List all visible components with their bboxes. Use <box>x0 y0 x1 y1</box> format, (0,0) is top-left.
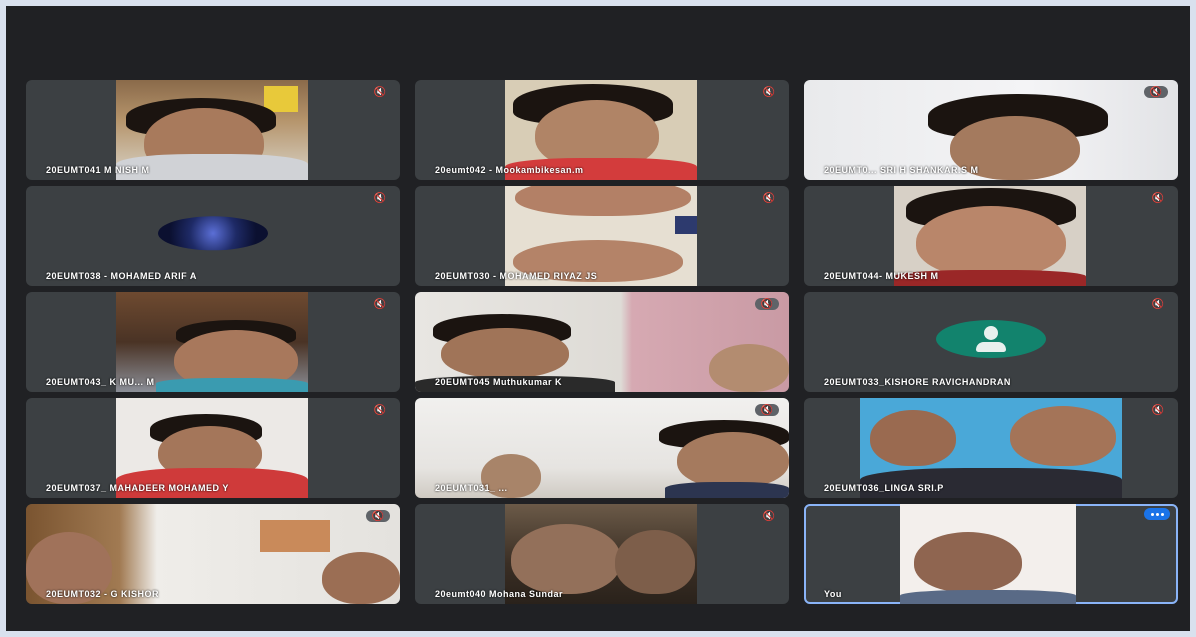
participant-tile[interactable]: 🔇 20eumt040 Mohana Sundar <box>415 504 789 604</box>
mic-off-icon: 🔇 <box>366 510 390 522</box>
face <box>709 344 789 392</box>
face <box>511 524 621 594</box>
mic-off-icon: 🔇 <box>762 510 776 522</box>
participant-name: 20EUMT044- MUKESH M <box>824 271 939 281</box>
more-options-icon[interactable] <box>1144 508 1170 520</box>
meeting-window: 🔇 20EUMT041 M NISH M 🔇 20eumt042 - Mooka… <box>6 6 1190 631</box>
participant-tile[interactable]: 🔇 20EUMT044- MUKESH M <box>804 186 1178 286</box>
participant-tile[interactable]: 🔇 20EUMT037_ MAHADEER MOHAMED Y <box>26 398 400 498</box>
mic-off-icon: 🔇 <box>1144 86 1168 98</box>
participant-name: 20EUMT037_ MAHADEER MOHAMED Y <box>46 483 229 493</box>
mic-off-icon: 🔇 <box>762 192 776 204</box>
participant-name: 20EUMT041 M NISH M <box>46 165 150 175</box>
mic-off-icon: 🔇 <box>373 86 387 98</box>
mic-off-icon: 🔇 <box>762 86 776 98</box>
face <box>677 432 789 488</box>
face <box>441 328 569 378</box>
participant-name: You <box>824 589 842 599</box>
face <box>1010 406 1116 466</box>
mic-off-icon: 🔇 <box>373 192 387 204</box>
participant-name: 20EUMT038 - MOHAMED ARIF A <box>46 271 197 281</box>
profile-avatar <box>158 216 268 251</box>
shirt <box>900 590 1076 604</box>
participant-tile[interactable]: 🔇 20EUMT030 - MOHAMED RIYAZ JS <box>415 186 789 286</box>
participant-name: 20EUMT0... SRI H SHANKAR.S M <box>824 165 979 175</box>
mic-off-icon: 🔇 <box>755 298 779 310</box>
mic-off-icon: 🔇 <box>1151 298 1165 310</box>
shirt <box>675 216 697 234</box>
participant-tile[interactable]: 🔇 20EUMT031_ ... <box>415 398 789 498</box>
participant-tile[interactable]: 🔇 20EUMT043_ K MU... M <box>26 292 400 392</box>
self-tile[interactable]: You <box>804 504 1178 604</box>
default-avatar-icon <box>936 319 1046 358</box>
mic-off-icon: 🔇 <box>1151 192 1165 204</box>
participant-tile[interactable]: 🔇 20eumt042 - Mookambikesan.m <box>415 80 789 180</box>
mic-off-icon: 🔇 <box>1151 404 1165 416</box>
participant-name: 20EUMT033_KISHORE RAVICHANDRAN <box>824 377 1011 387</box>
mic-off-icon: 🔇 <box>373 298 387 310</box>
face <box>615 530 695 594</box>
wall-calendar <box>260 520 330 552</box>
participant-tile[interactable]: 🔇 20EUMT036_LINGA SRI.P <box>804 398 1178 498</box>
participant-tile[interactable]: 🔇 20EUMT032 - G KISHOR <box>26 504 400 604</box>
participant-tile[interactable]: 🔇 20EUMT0... SRI H SHANKAR.S M <box>804 80 1178 180</box>
participant-name: 20eumt040 Mohana Sundar <box>435 589 564 599</box>
participant-name: 20EUMT043_ K MU... M <box>46 377 155 387</box>
participant-tile[interactable]: 🔇 20EUMT033_KISHORE RAVICHANDRAN <box>804 292 1178 392</box>
face <box>916 206 1066 278</box>
participant-name: 20EUMT032 - G KISHOR <box>46 589 160 599</box>
participant-name: 20EUMT045 Muthukumar K <box>435 377 563 387</box>
mic-off-icon: 🔇 <box>373 404 387 416</box>
participant-name: 20eumt042 - Mookambikesan.m <box>435 165 584 175</box>
face <box>515 186 691 216</box>
participant-tile[interactable]: 🔇 20EUMT045 Muthukumar K <box>415 292 789 392</box>
face <box>870 410 956 466</box>
participant-name: 20EUMT031_ ... <box>435 483 508 493</box>
mic-off-icon: 🔇 <box>755 404 779 416</box>
participant-name: 20EUMT030 - MOHAMED RIYAZ JS <box>435 271 598 281</box>
face <box>322 552 400 604</box>
participant-tile[interactable]: 🔇 20EUMT038 - MOHAMED ARIF A <box>26 186 400 286</box>
participant-name: 20EUMT036_LINGA SRI.P <box>824 483 944 493</box>
shirt <box>665 482 789 498</box>
face <box>914 532 1022 592</box>
participant-tile[interactable]: 🔇 20EUMT041 M NISH M <box>26 80 400 180</box>
shirt <box>156 378 308 392</box>
participant-grid: 🔇 20EUMT041 M NISH M 🔇 20eumt042 - Mooka… <box>26 80 1178 604</box>
self-video <box>900 504 1076 604</box>
